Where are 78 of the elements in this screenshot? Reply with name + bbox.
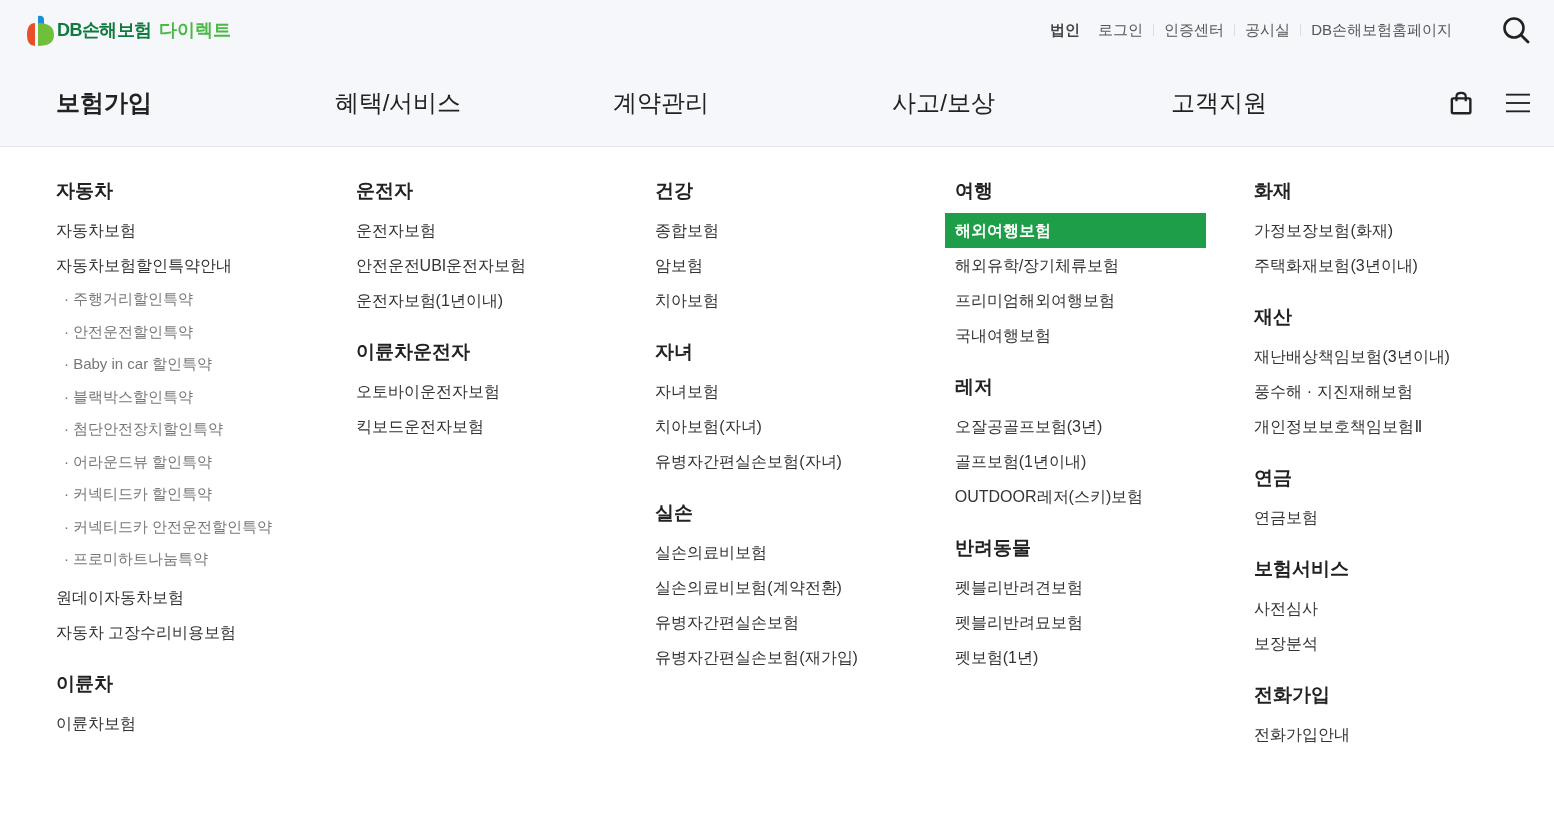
menu-link[interactable]: 자동차 고장수리비용보험 bbox=[56, 614, 237, 650]
menu-link[interactable]: 펫블리반려묘보험 bbox=[954, 605, 1083, 640]
menu-link[interactable]: 주택화재보험(3년이내) bbox=[1254, 248, 1418, 283]
menu-group-title: 실손 bbox=[655, 501, 694, 525]
utility-link[interactable]: 공시실 bbox=[1245, 20, 1291, 40]
menu-link[interactable]: 유병자간편실손보험(재가입) bbox=[655, 640, 858, 675]
menu-link[interactable]: 치아보험 bbox=[655, 283, 720, 318]
menu-group-title: 화재 bbox=[1254, 179, 1293, 203]
menu-group-title: 건강 bbox=[655, 179, 694, 203]
menu-link[interactable]: 풍수해 · 지진재해보험 bbox=[1254, 374, 1413, 409]
menu-group-title: 연금 bbox=[1254, 466, 1293, 490]
main-nav-tab[interactable]: 혜택/서비스 bbox=[334, 87, 614, 119]
menu-link[interactable]: 사전심사 bbox=[1254, 591, 1319, 626]
menu-link[interactable]: 운전자보험 bbox=[355, 213, 436, 248]
menu-group-title: 자동차 bbox=[56, 179, 113, 203]
menu-link[interactable]: 킥보드운전자보험 bbox=[355, 409, 484, 444]
menu-link[interactable]: 안전운전UBI운전자보험 bbox=[355, 248, 527, 283]
menu-link[interactable]: 연금보험 bbox=[1254, 500, 1319, 535]
menu-group-title: 이륜차운전자 bbox=[355, 340, 470, 364]
menu-link[interactable]: 프리미엄해외여행보험 bbox=[954, 283, 1115, 318]
main-nav-tab[interactable]: 계약관리 bbox=[613, 87, 893, 119]
menu-link[interactable]: 펫블리반려견보험 bbox=[954, 570, 1083, 605]
menu-link[interactable]: 펫보험(1년) bbox=[954, 640, 1039, 675]
menu-link[interactable]: 실손의료비보험(계약전환) bbox=[655, 570, 842, 605]
search-icon[interactable] bbox=[1502, 16, 1530, 44]
menu-link[interactable]: 골프보험(1년이내) bbox=[954, 444, 1087, 479]
menu-link[interactable]: 치아보험(자녀) bbox=[655, 409, 762, 444]
menu-icon[interactable] bbox=[1505, 92, 1530, 114]
menu-group-title: 자녀 bbox=[655, 340, 694, 364]
menu-link[interactable]: 유병자간편실손보험 bbox=[655, 605, 800, 640]
menu-link[interactable]: 자동차보험 bbox=[56, 213, 136, 248]
submenu-link[interactable]: · 어라운드뷰 할인특약 bbox=[64, 445, 213, 478]
main-nav-tab[interactable]: 사고/보상 bbox=[892, 87, 1171, 119]
menu-link[interactable]: 전화가입안내 bbox=[1254, 717, 1351, 752]
menu-group-title: 레저 bbox=[954, 375, 993, 399]
submenu-link[interactable]: · 안전운전할인특약 bbox=[64, 315, 194, 348]
menu-link[interactable]: 오잘공골프보험(3년) bbox=[954, 409, 1103, 444]
menu-group-title: 전화가입 bbox=[1254, 683, 1331, 707]
menu-link[interactable]: 실손의료비보험 bbox=[655, 535, 768, 570]
main-nav-tab[interactable]: 보험가입 bbox=[56, 87, 335, 119]
menu-group-title: 여행 bbox=[954, 179, 993, 203]
menu-link[interactable]: 해외유학/장기체류보험 bbox=[954, 248, 1120, 283]
menu-link[interactable]: 개인정보보호책임보험Ⅱ bbox=[1254, 409, 1423, 444]
submenu-link[interactable]: · Baby in car 할인특약 bbox=[64, 348, 213, 381]
submenu-link[interactable]: · 커넥티드카 할인특약 bbox=[64, 478, 213, 511]
submenu-link[interactable]: · 첨단안전장치할인특약 bbox=[64, 413, 224, 446]
shopping-bag-icon[interactable] bbox=[1449, 90, 1472, 116]
utility-link[interactable]: 인증센터 bbox=[1164, 20, 1225, 40]
submenu-link[interactable]: · 블랙박스할인특약 bbox=[64, 380, 194, 413]
utility-link[interactable]: 로그인 bbox=[1098, 20, 1144, 40]
menu-link[interactable]: 원데이자동차보험 bbox=[56, 579, 184, 615]
menu-group-title: 재산 bbox=[1254, 305, 1293, 329]
submenu-link[interactable]: · 커넥티드카 안전운전할인특약 bbox=[64, 510, 273, 543]
logo[interactable]: DB손해보험 다이렉트 bbox=[25, 14, 231, 46]
menu-link[interactable]: 보장분석 bbox=[1254, 626, 1319, 661]
menu-link[interactable]: 종합보험 bbox=[655, 213, 720, 248]
menu-link[interactable]: 운전자보험(1년이내) bbox=[355, 283, 504, 318]
menu-group-title: 이륜차 bbox=[56, 671, 113, 696]
submenu-link[interactable]: · 프로미하트나눔특약 bbox=[64, 543, 209, 576]
submenu-link[interactable]: · 주행거리할인특약 bbox=[64, 283, 194, 316]
menu-link[interactable]: 암보험 bbox=[655, 248, 704, 283]
menu-link[interactable]: 자동차보험할인특약안내 bbox=[56, 248, 232, 283]
menu-link[interactable]: 재난배상책임보험(3년이내) bbox=[1254, 339, 1450, 374]
menu-group-title: 운전자 bbox=[355, 179, 413, 203]
menu-link[interactable]: OUTDOOR레저(스키)보험 bbox=[954, 479, 1144, 514]
utility-link[interactable]: 법인 bbox=[1050, 20, 1081, 40]
menu-link[interactable]: 자녀보험 bbox=[655, 374, 720, 409]
menu-link[interactable]: 가정보장보험(화재) bbox=[1254, 213, 1394, 248]
logo-product-text: 다이렉트 bbox=[159, 19, 231, 42]
menu-group-title: 반려동물 bbox=[954, 536, 1031, 560]
menu-link[interactable]: 이륜차보험 bbox=[56, 705, 136, 741]
logo-brand-text: DB손해보험 bbox=[57, 19, 152, 42]
menu-link[interactable]: 유병자간편실손보험(자녀) bbox=[655, 444, 842, 479]
menu-link[interactable]: 오토바이운전자보험 bbox=[355, 374, 500, 409]
menu-link[interactable]: 국내여행보험 bbox=[954, 318, 1051, 353]
utility-link[interactable]: DB손해보험홈페이지 bbox=[1311, 20, 1452, 40]
menu-group-title: 보험서비스 bbox=[1254, 557, 1350, 581]
main-nav-tab[interactable]: 고객지원 bbox=[1170, 87, 1450, 119]
